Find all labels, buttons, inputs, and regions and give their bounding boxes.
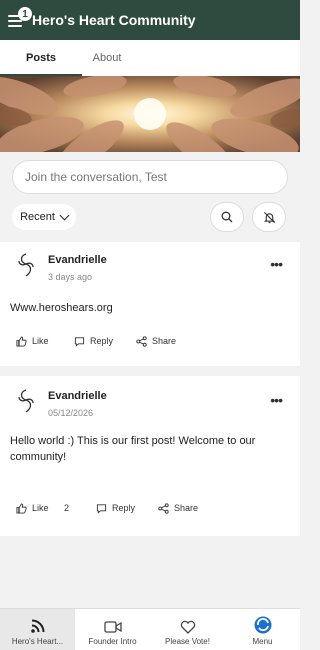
nav-label: Menu	[252, 637, 273, 646]
share-button[interactable]: Share	[158, 498, 198, 518]
notification-badge: 1	[18, 7, 32, 21]
share-button[interactable]: Share	[136, 331, 176, 351]
bottom-nav: Hero's Heart... Founder Intro Please Vot…	[0, 608, 300, 650]
post-timestamp: 3 days ago	[48, 272, 93, 282]
comment-icon	[74, 336, 85, 347]
video-icon	[103, 621, 122, 633]
chevron-down-icon	[59, 210, 70, 221]
avatar	[18, 389, 34, 413]
bell-off-icon	[263, 211, 275, 223]
post-author[interactable]: Evandrielle	[48, 390, 107, 402]
like-label: Like	[32, 503, 49, 513]
like-count: 2	[64, 503, 70, 513]
post-actions: Like Reply Share	[0, 331, 300, 351]
share-icon	[158, 502, 169, 514]
like-button[interactable]: Like	[16, 498, 49, 518]
post-card: Evandrielle 05/12/2026 ••• Hello world :…	[0, 376, 300, 536]
post-actions: Like 2 Reply Share	[0, 498, 300, 518]
reply-label: Reply	[112, 503, 136, 513]
nav-item-please-vote[interactable]: Please Vote!	[150, 609, 225, 650]
nav-label: Founder Intro	[88, 637, 137, 646]
like-button[interactable]: Like	[16, 331, 49, 351]
nav-label: Please Vote!	[165, 637, 210, 646]
share-label: Share	[174, 503, 199, 513]
tab-about[interactable]: About	[82, 40, 132, 76]
reply-button[interactable]: Reply	[74, 331, 113, 351]
feed-icon	[30, 619, 44, 633]
nav-item-menu[interactable]: Menu	[225, 609, 300, 650]
notifications-off-button[interactable]	[252, 202, 286, 232]
more-options-icon[interactable]: •••	[270, 256, 283, 272]
heart-icon	[180, 620, 195, 634]
search-button[interactable]	[210, 202, 244, 232]
app-header: 1 Hero's Heart Community	[0, 0, 300, 40]
filter-row: Recent	[0, 202, 300, 232]
post-body: Www.heroshears.org	[10, 302, 113, 314]
page-title: Hero's Heart Community	[32, 12, 196, 28]
community-banner-image	[0, 76, 300, 152]
sort-dropdown[interactable]: Recent	[12, 204, 76, 230]
reply-button[interactable]: Reply	[96, 498, 135, 518]
nav-label: Hero's Heart...	[11, 637, 64, 646]
share-icon	[136, 335, 147, 347]
tab-bar: Posts About	[0, 40, 300, 76]
tab-posts[interactable]: Posts	[0, 40, 82, 76]
post-body: Hello world :) This is our first post! W…	[10, 435, 256, 463]
search-icon	[221, 211, 233, 223]
compose-input[interactable]: Join the conversation, Test	[12, 160, 288, 194]
post-card: Evandrielle 3 days ago ••• Www.heroshear…	[0, 242, 300, 366]
post-timestamp: 05/12/2026	[48, 408, 94, 418]
thumbs-up-icon	[16, 335, 27, 347]
avatar	[18, 253, 34, 277]
menu-icon[interactable]: 1	[8, 7, 32, 27]
app-logo-icon	[254, 616, 271, 634]
sort-label: Recent	[20, 211, 55, 223]
like-label: Like	[32, 336, 49, 346]
post-author[interactable]: Evandrielle	[48, 254, 107, 266]
reply-label: Reply	[90, 336, 114, 346]
thumbs-up-icon	[16, 502, 27, 514]
more-options-icon[interactable]: •••	[270, 392, 283, 408]
nav-item-founder-intro[interactable]: Founder Intro	[75, 609, 150, 650]
share-label: Share	[152, 336, 177, 346]
comment-icon	[96, 503, 107, 514]
nav-item-community[interactable]: Hero's Heart...	[0, 609, 75, 650]
